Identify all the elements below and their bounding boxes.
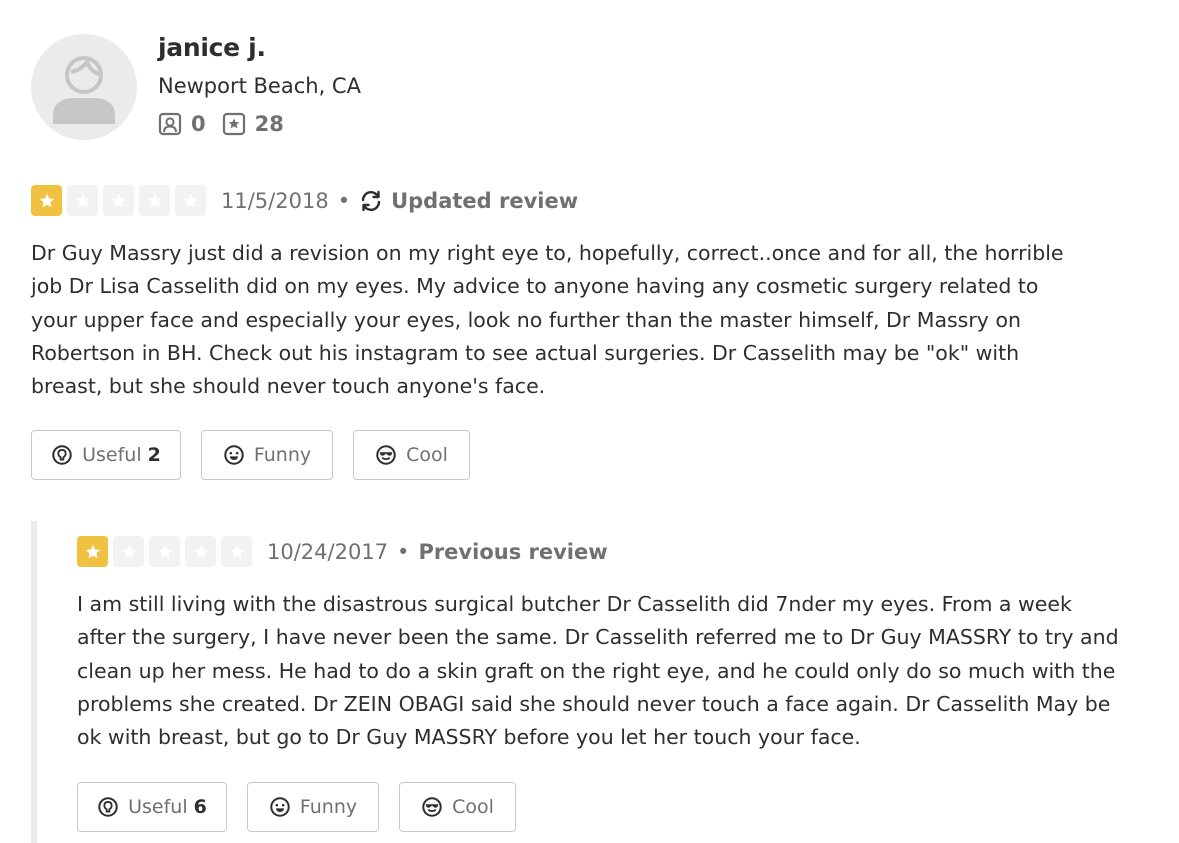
review-text-line: I am still living with the disastrous su… — [77, 592, 1072, 616]
lightbulb-icon — [98, 797, 118, 817]
cool-sunglasses-icon — [376, 445, 396, 465]
review-text-line: problems she created. Dr ZEIN OBAGI said… — [77, 691, 1111, 716]
review-text-line: your upper face and especially your eyes… — [31, 307, 1021, 332]
funny-label: Funny — [253, 444, 312, 466]
review-text-line: after the surgery, I have never been the… — [77, 625, 1119, 650]
funny-face-icon — [224, 445, 244, 465]
refresh-icon — [361, 190, 381, 211]
previous-review-text: I am still living with the disastrous su… — [77, 588, 1119, 754]
cool-button[interactable]: Cool — [399, 782, 516, 832]
funny-face-icon — [270, 797, 290, 817]
cool-label: Cool — [406, 444, 448, 466]
useful-button[interactable]: Useful 2 — [31, 430, 181, 480]
current-review-text: Dr Guy Massry just did a revision on my … — [31, 237, 1064, 403]
star-icon — [175, 185, 206, 216]
star-icon — [103, 185, 134, 216]
review-text-line: Robertson in BH. Check out his instagram… — [31, 340, 1020, 365]
useful-button[interactable]: Useful 6 — [77, 782, 227, 832]
star-rating — [31, 185, 211, 216]
star-rating — [77, 536, 257, 567]
separator-dot: • — [397, 539, 410, 564]
star-icon — [221, 536, 252, 567]
previous-review-indent-bar — [31, 521, 37, 843]
review-text-line: clean up her mess. He had to do a skin g… — [77, 658, 1116, 683]
previous-review-votes: Useful 6 Funny Cool — [77, 782, 536, 832]
star-icon — [77, 536, 108, 567]
current-review-votes: Useful 2 Funny Cool — [31, 430, 490, 480]
useful-label: Useful — [82, 444, 142, 466]
separator-dot: • — [337, 188, 351, 213]
review-date: 10/24/2017 — [267, 539, 389, 564]
cool-label: Cool — [452, 796, 494, 818]
user-stats: 0 28 — [158, 112, 300, 136]
review-text-line: breast, but she should never touch anyon… — [31, 374, 546, 399]
funny-button[interactable]: Funny — [247, 782, 379, 832]
user-name[interactable]: janice j. — [158, 33, 266, 62]
useful-label: Useful — [128, 796, 188, 818]
star-icon — [113, 536, 144, 567]
cool-sunglasses-icon — [422, 797, 442, 817]
review-label-text: Updated review — [391, 188, 579, 213]
avatar[interactable] — [31, 34, 137, 140]
star-icon — [31, 185, 62, 216]
review-text-line: Dr Guy Massry just did a revision on my … — [31, 241, 1064, 265]
user-location: Newport Beach, CA — [158, 74, 361, 98]
star-icon — [149, 536, 180, 567]
reviews-stat: 28 — [222, 112, 284, 136]
previous-review-meta: 10/24/2017 • Previous review — [77, 536, 608, 567]
friends-stat: 0 — [158, 112, 206, 136]
funny-button[interactable]: Funny — [201, 430, 333, 480]
star-icon — [185, 536, 216, 567]
review-text-line: job Dr Lisa Casselith did on my eyes. My… — [31, 274, 1039, 299]
funny-label: Funny — [299, 796, 358, 818]
default-user-avatar-icon — [53, 56, 115, 124]
review-text-line: ok with breast, but go to Dr Guy MASSRY … — [77, 725, 861, 750]
review-date: 11/5/2018 — [221, 188, 329, 213]
star-icon — [139, 185, 170, 216]
previous-review-label: Previous review — [418, 539, 608, 564]
review-star-icon — [222, 112, 245, 136]
current-review-meta: 11/5/2018 • Updated review — [31, 185, 578, 216]
updated-review-label: Updated review — [359, 189, 578, 213]
useful-count: 2 — [147, 444, 161, 466]
lightbulb-icon — [52, 445, 72, 465]
friends-count: 0 — [191, 112, 206, 136]
useful-count: 6 — [193, 796, 207, 818]
friends-icon — [158, 112, 182, 136]
cool-button[interactable]: Cool — [353, 430, 470, 480]
star-icon — [67, 185, 98, 216]
reviews-count: 28 — [254, 112, 284, 136]
